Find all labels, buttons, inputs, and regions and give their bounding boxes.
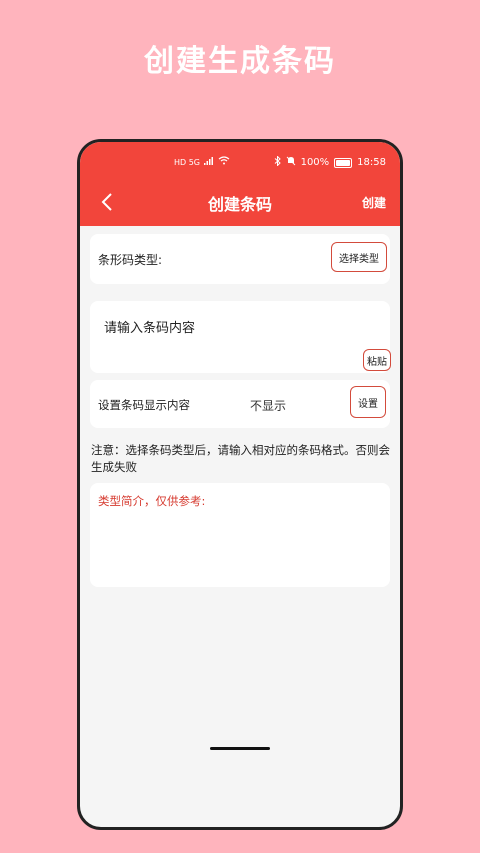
status-time: 18:58 (357, 157, 386, 168)
battery-icon (334, 157, 353, 168)
barcode-type-label: 条形码类型: (98, 253, 163, 267)
home-indicator[interactable] (210, 747, 270, 750)
status-bar: HD 5G 100% 18:58 (80, 142, 400, 178)
paste-button[interactable]: 粘贴 (363, 349, 391, 371)
set-button[interactable]: 设置 (350, 386, 386, 418)
promo-title: 创建生成条码 (144, 44, 336, 79)
signal-icon (204, 156, 214, 168)
status-left: HD 5G (174, 156, 230, 168)
nav-bar: 创建条码 创建 (80, 178, 400, 226)
display-setting-label: 设置条码显示内容 (98, 398, 190, 412)
phone-frame: HD 5G 100% 18:58 创建条码 创建 条形码类型: 选择类型 请输入… (77, 139, 403, 830)
bluetooth-icon (274, 155, 281, 169)
wifi-icon (218, 156, 230, 168)
type-intro-title: 类型简介，仅供参考: (98, 494, 206, 508)
mute-icon (286, 156, 296, 169)
create-button[interactable]: 创建 (362, 194, 386, 211)
network-indicator: HD 5G (174, 157, 201, 167)
select-type-button[interactable]: 选择类型 (331, 242, 387, 272)
page-title: 创建条码 (207, 195, 272, 214)
status-right: 100% 18:58 (274, 155, 386, 169)
display-setting-value: 不显示 (250, 399, 287, 413)
type-intro-card: 类型简介，仅供参考: (90, 483, 390, 587)
barcode-type-card: 条形码类型: 选择类型 (90, 234, 390, 284)
notice-text: 注意：选择条码类型后，请输入相对应的条码格式。否则会生成失败 (91, 443, 390, 474)
barcode-content-input[interactable]: 请输入条码内容 (104, 317, 195, 336)
battery-percent: 100% (300, 157, 330, 168)
content-input-card[interactable]: 请输入条码内容 粘贴 (90, 301, 391, 373)
display-setting-card: 设置条码显示内容 不显示 设置 (90, 380, 390, 428)
